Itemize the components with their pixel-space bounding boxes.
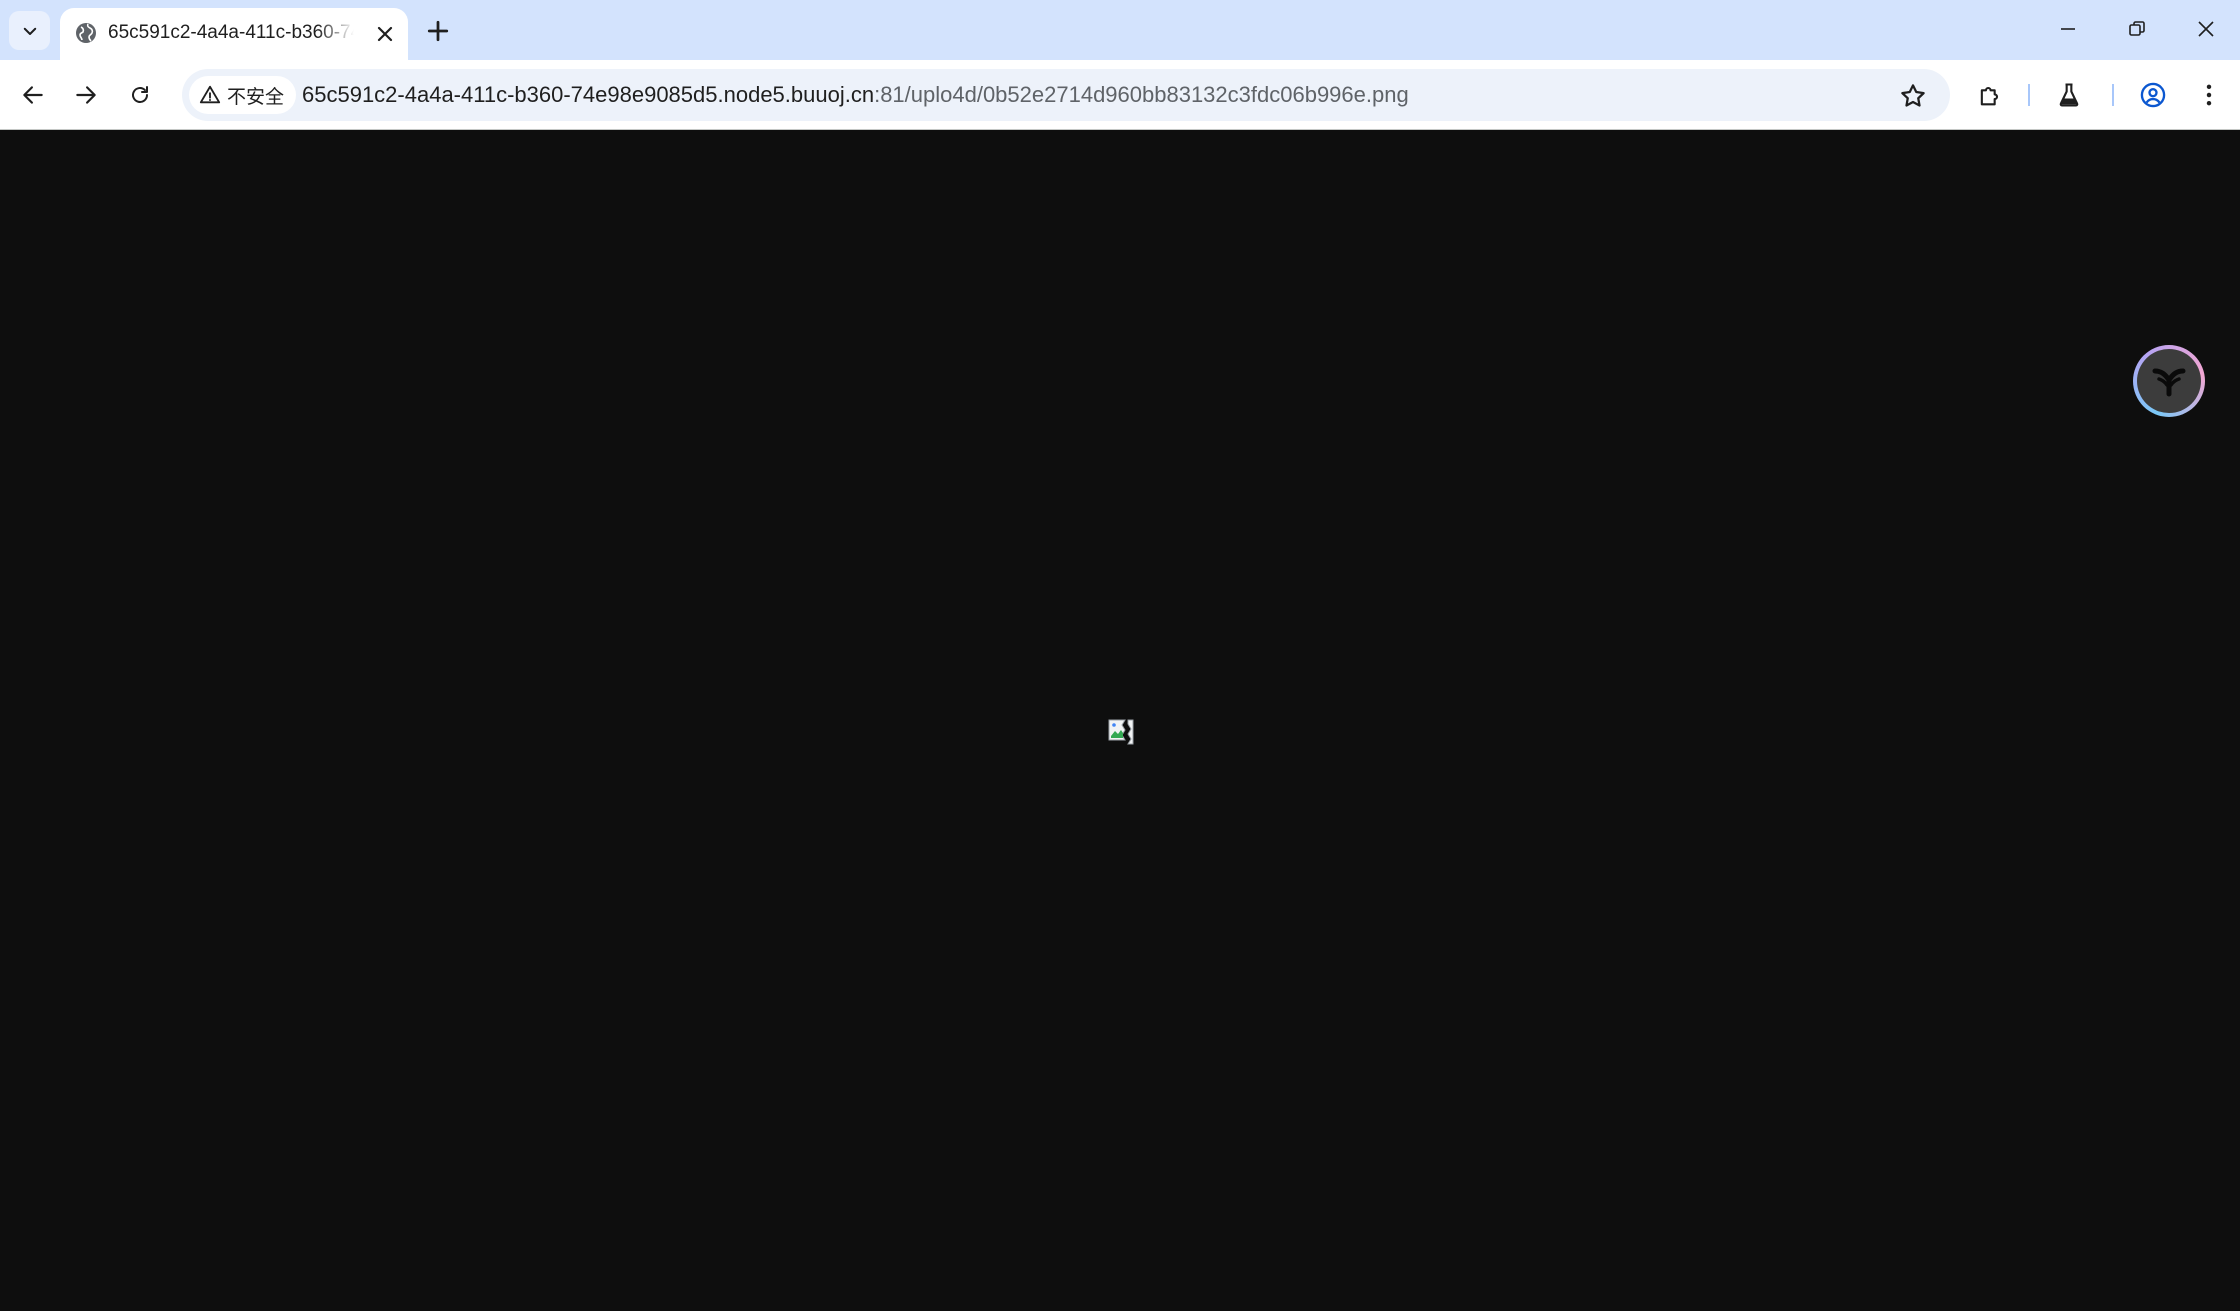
close-icon: [2198, 21, 2214, 37]
reload-icon: [132, 86, 148, 103]
minimize-button[interactable]: [2046, 11, 2090, 47]
url-text[interactable]: 65c591c2-4a4a-411c-b360-74e98e9085d5.nod…: [302, 82, 1409, 108]
profile-icon: [2140, 82, 2166, 108]
url-path: :81/uplo4d/0b52e2714d960bb83132c3fdc06b9…: [874, 82, 1409, 107]
more-menu-button[interactable]: [2192, 78, 2226, 112]
page-content: [0, 131, 2240, 1311]
new-tab-plus-icon[interactable]: [423, 16, 453, 46]
forward-button[interactable]: [68, 77, 104, 113]
star-icon[interactable]: [1898, 81, 1928, 111]
toolbar-divider: [2112, 84, 2114, 106]
floating-assistant-button[interactable]: [2133, 345, 2205, 417]
close-icon[interactable]: [373, 22, 397, 46]
assistant-logo: [2137, 349, 2201, 413]
tab-title: 65c591c2-4a4a-411c-b360-74e98e9085d5.nod…: [108, 22, 354, 43]
warning-triangle-icon: [199, 85, 221, 104]
address-bar[interactable]: 不安全 65c591c2-4a4a-411c-b360-74e98e9085d5…: [182, 69, 1950, 121]
security-label: 不安全: [227, 86, 285, 108]
minimize-icon: [2061, 28, 2075, 30]
restore-icon: [2129, 21, 2145, 36]
tab-strip: 65c591c2-4a4a-411c-b360-74e98e9085d5.nod…: [0, 0, 2240, 60]
broken-image-icon: [1108, 719, 1134, 745]
tab-active[interactable]: 65c591c2-4a4a-411c-b360-74e98e9085d5.nod…: [60, 8, 408, 60]
profile-button[interactable]: [2136, 78, 2170, 112]
tab-search-button[interactable]: [9, 11, 50, 50]
window-close-button[interactable]: [2184, 11, 2228, 47]
more-vert-icon: [2206, 84, 2212, 106]
toolbar-divider: [2028, 84, 2030, 106]
extensions-icon: [1980, 86, 1999, 106]
toolbar: 不安全 65c591c2-4a4a-411c-b360-74e98e9085d5…: [0, 60, 2240, 130]
assistant-logo-icon: [2152, 368, 2186, 397]
url-host: 65c591c2-4a4a-411c-b360-74e98e9085d5.nod…: [302, 82, 875, 107]
back-button[interactable]: [15, 77, 51, 113]
browser-window: 65c591c2-4a4a-411c-b360-74e98e9085d5.nod…: [0, 0, 2240, 1311]
labs-flask-icon: [2059, 83, 2079, 107]
back-arrow-icon: [23, 86, 43, 104]
labs-button[interactable]: [2052, 78, 2086, 112]
reload-button[interactable]: [122, 77, 158, 113]
extensions-button[interactable]: [1973, 78, 2007, 112]
forward-arrow-icon: [76, 86, 96, 104]
restore-button[interactable]: [2115, 11, 2159, 47]
chevron-down-icon: [23, 27, 36, 35]
security-chip[interactable]: 不安全: [189, 76, 297, 114]
globe-icon: [76, 23, 96, 43]
